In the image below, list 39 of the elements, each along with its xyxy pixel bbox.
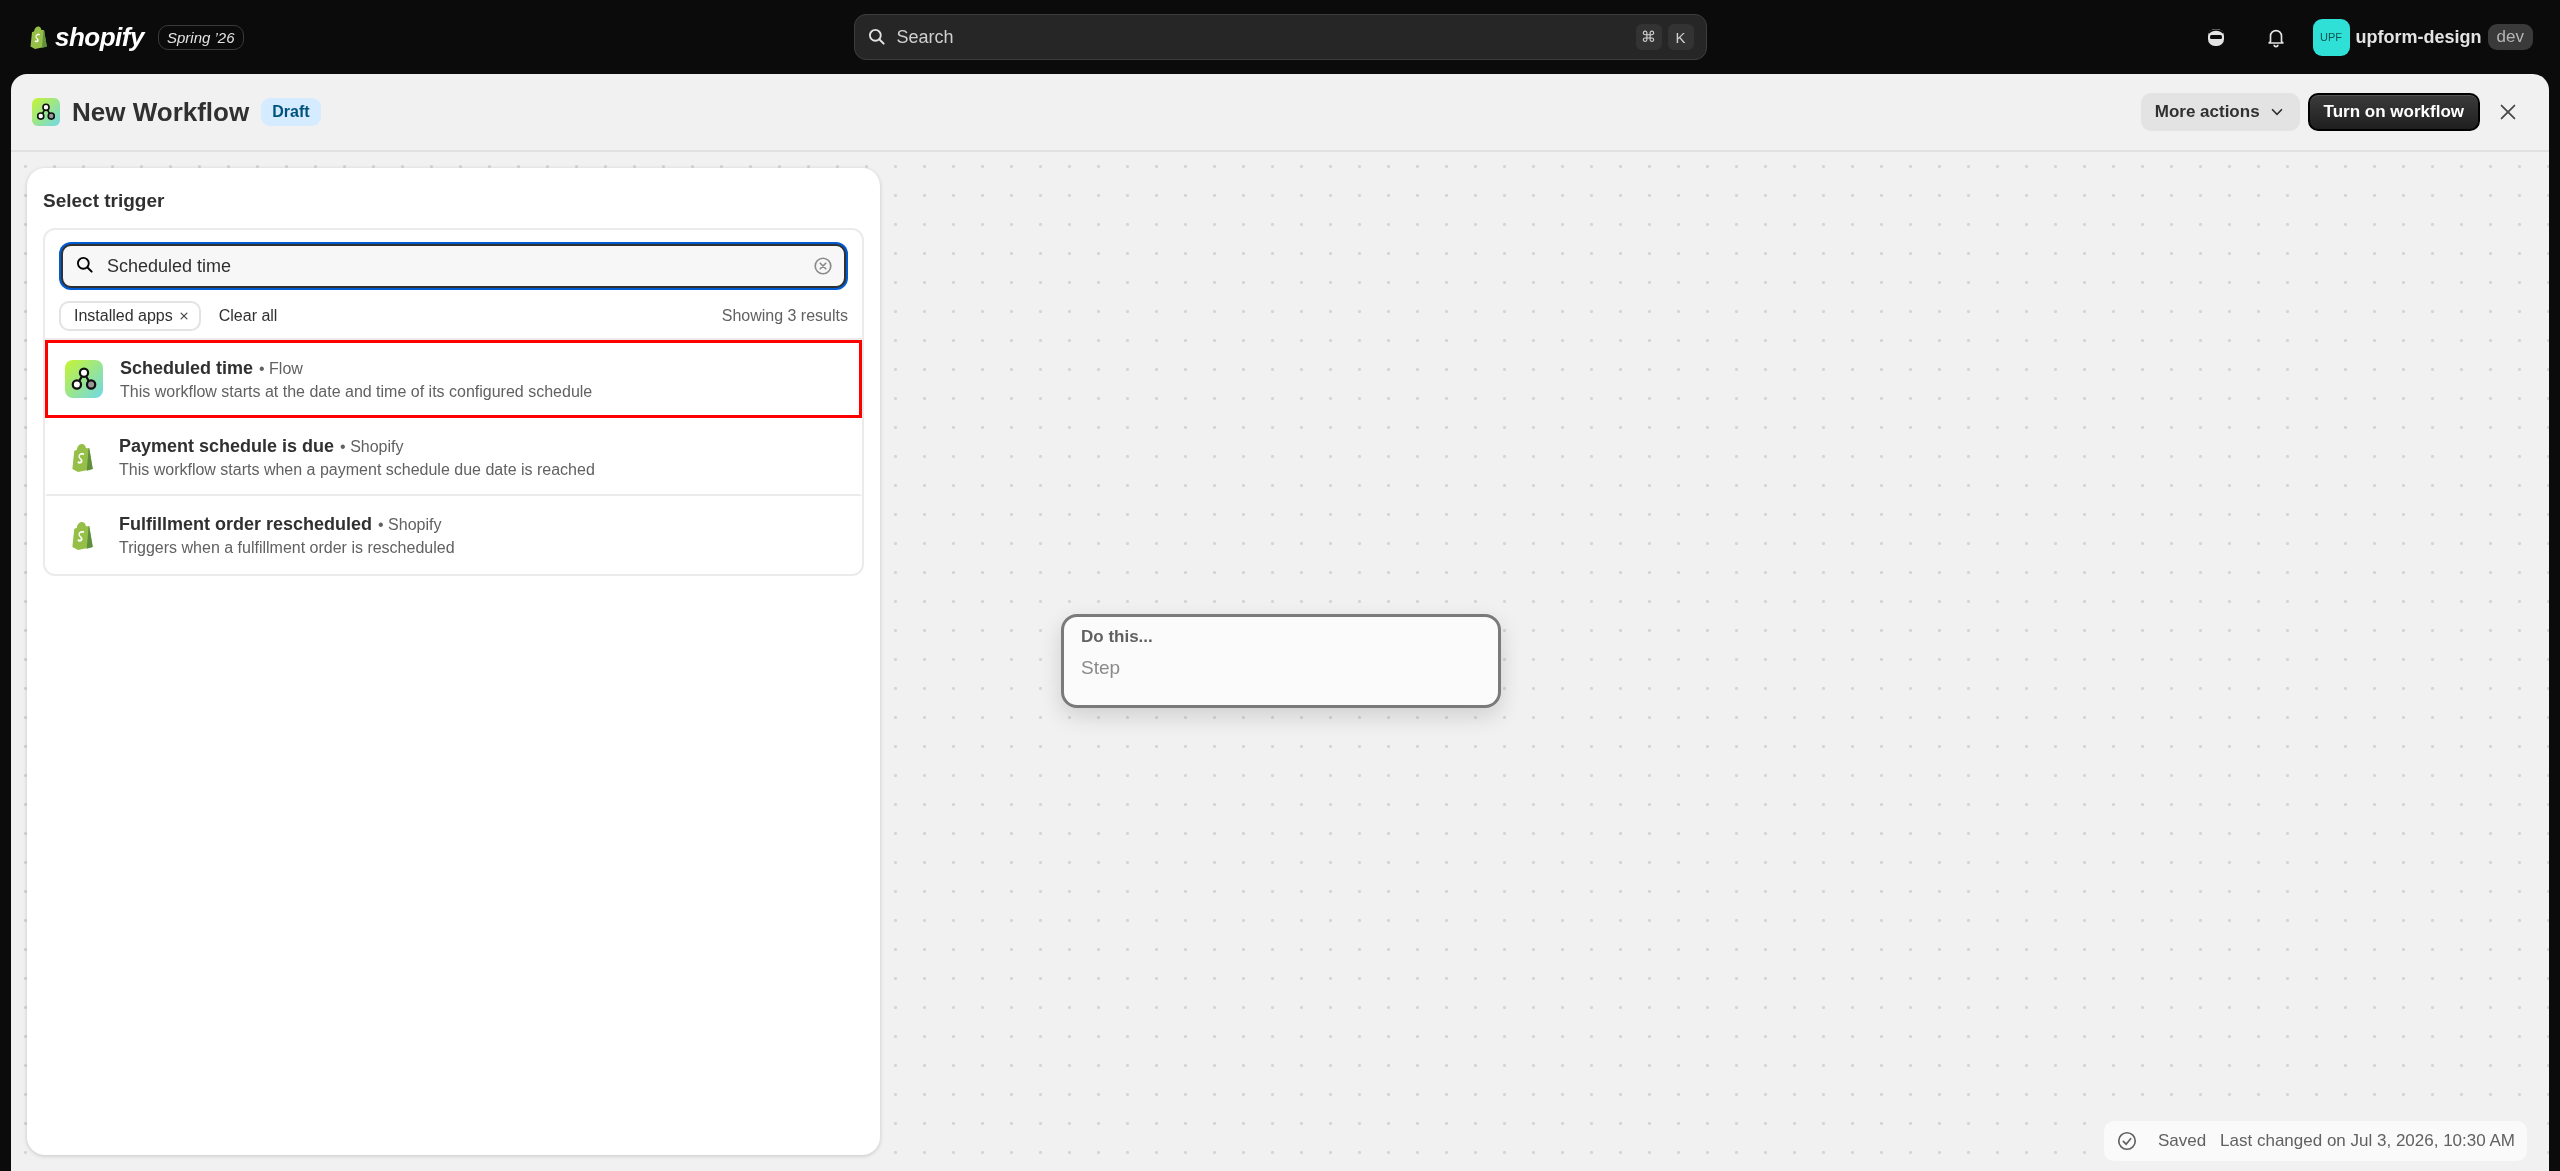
step-node[interactable]: Do this... Step: [1061, 614, 1501, 708]
saved-label: Saved: [2157, 1131, 2207, 1151]
shortcut-key: ⌘: [1635, 24, 1662, 50]
check-circle-icon: [2115, 1130, 2138, 1152]
filter-chip[interactable]: Installed apps: [59, 301, 201, 331]
store-avatar[interactable]: UPF: [2312, 18, 2350, 56]
trigger-search-field[interactable]: Scheduled time: [61, 244, 846, 288]
clear-all-link[interactable]: Clear all: [214, 307, 282, 325]
shortcut-key: K: [1667, 24, 1694, 50]
workflow-title: New Workflow: [72, 96, 250, 128]
result-count: Showing 3 results: [721, 307, 848, 325]
node-title: Do this...: [1081, 627, 1154, 647]
store-name[interactable]: upform-design: [2355, 26, 2482, 48]
clear-search-icon[interactable]: [812, 255, 834, 277]
search-icon: [75, 255, 95, 275]
workflow-icon: [65, 360, 103, 398]
trigger-name: Fulfillment order rescheduled: [119, 513, 373, 535]
home-logo[interactable]: shopify: [27, 21, 144, 53]
trigger-description: Triggers when a fulfillment order is rescheduled: [119, 538, 455, 557]
last-changed-text: Last changed on Jul 3, 2026, 10:30 AM: [2220, 1131, 2515, 1151]
trigger-source: • Shopify: [340, 437, 404, 456]
workflow-icon: [32, 98, 60, 126]
trigger-name: Scheduled time: [120, 357, 254, 379]
edition-badge: Spring ’26: [157, 24, 244, 50]
search-icon: [866, 27, 887, 47]
trigger-description: This workflow starts when a payment schedule due date is reached: [119, 460, 595, 479]
trigger-description: This workflow starts at the date and time of its configured schedule: [120, 382, 593, 401]
trigger-name: Payment schedule is due: [119, 435, 335, 457]
trigger-option[interactable]: Fulfillment order rescheduled • Shopify Triggers when a fulfillment order is rescheduled: [45, 496, 862, 574]
panel-title: Select trigger: [43, 190, 166, 212]
trigger-source: • Shopify: [378, 515, 442, 534]
trigger-option[interactable]: Payment schedule is due • Shopify This workflow starts when a payment schedule due date is reached: [45, 418, 862, 496]
status-badge: Draft: [261, 98, 321, 126]
node-step-label: Step: [1081, 657, 1122, 679]
trigger-option[interactable]: Scheduled time • Flow This workflow starts at the date and time of its configured schedule: [45, 340, 862, 418]
more-actions-button[interactable]: More actions: [2140, 93, 2300, 131]
turn-on-button[interactable]: Turn on workflow: [2307, 93, 2480, 131]
trigger-source: • Flow: [259, 359, 303, 378]
environment-badge: dev: [2487, 24, 2533, 50]
